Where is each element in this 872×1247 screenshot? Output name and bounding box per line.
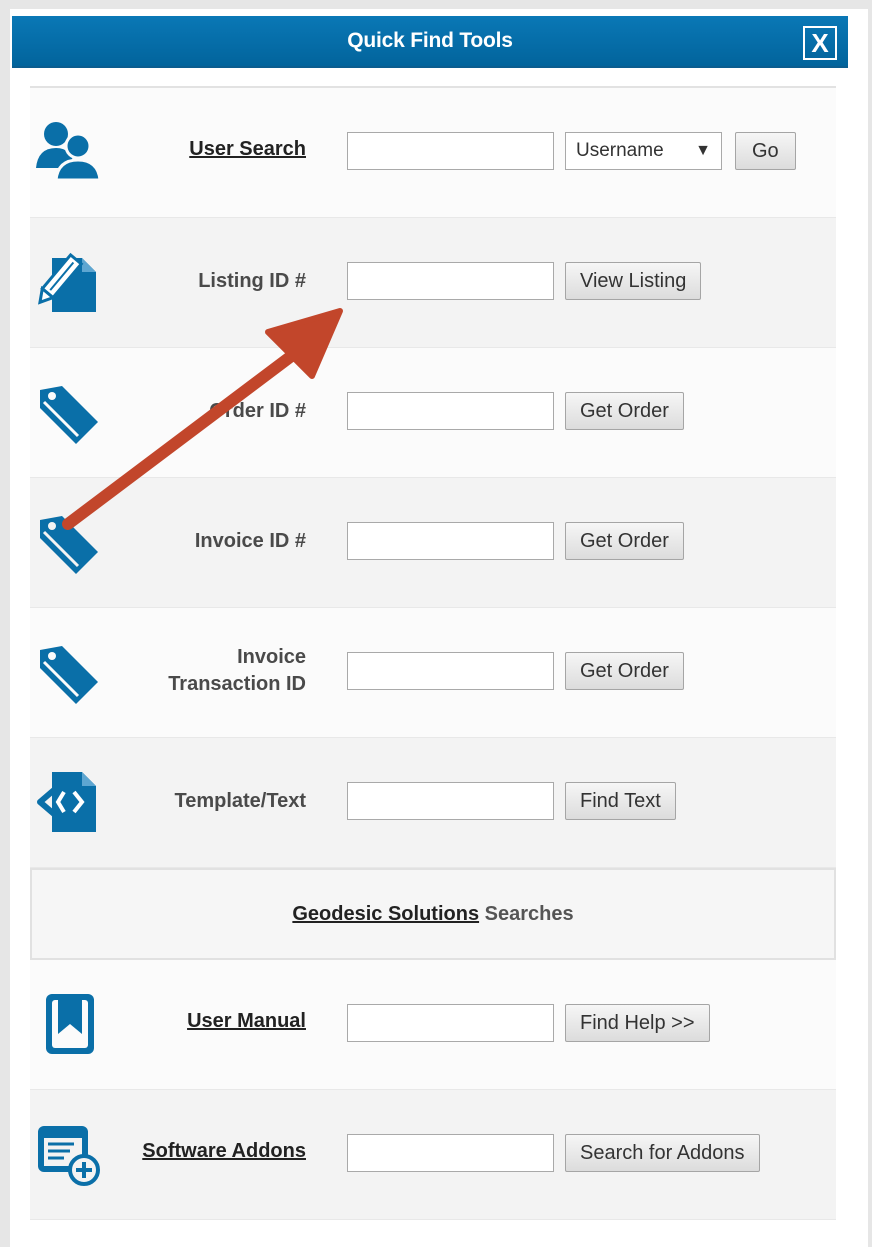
order-id-input[interactable]	[347, 392, 554, 430]
listing-id-input[interactable]	[347, 262, 554, 300]
get-order-button[interactable]: Get Order	[565, 522, 684, 560]
user-search-input[interactable]	[347, 132, 554, 170]
quick-find-list: User Search Username ▼ Go Listing ID # V…	[30, 86, 836, 1220]
select-value: Username	[576, 140, 664, 161]
row-invoice-transaction-id: Invoice Transaction ID Get Order	[30, 608, 836, 738]
software-addons-link[interactable]: Software Addons	[86, 1138, 306, 1165]
view-listing-button[interactable]: View Listing	[565, 262, 702, 300]
user-search-link[interactable]: User Search	[86, 136, 306, 163]
section-header: Geodesic Solutions Searches	[30, 868, 836, 960]
invoice-id-label: Invoice ID #	[194, 530, 306, 552]
row-listing-id: Listing ID # View Listing	[30, 218, 836, 348]
geodesic-solutions-link[interactable]: Geodesic Solutions	[292, 903, 479, 925]
row-software-addons: Software Addons Search for Addons	[30, 1090, 836, 1220]
label-line: Invoice	[237, 646, 306, 668]
search-for-addons-button[interactable]: Search for Addons	[565, 1134, 760, 1172]
user-manual-link[interactable]: User Manual	[86, 1008, 306, 1035]
chevron-down-icon: ▼	[695, 142, 711, 159]
dialog-title: Quick Find Tools	[347, 29, 513, 52]
row-order-id: Order ID # Get Order	[30, 348, 836, 478]
label-line: Transaction ID	[168, 673, 306, 695]
invoice-id-input[interactable]	[347, 522, 554, 560]
close-button[interactable]: X	[803, 26, 837, 60]
row-invoice-id: Invoice ID # Get Order	[30, 478, 836, 608]
user-search-type-select[interactable]: Username ▼	[565, 132, 722, 170]
software-addons-input[interactable]	[347, 1134, 554, 1172]
template-text-input[interactable]	[347, 782, 554, 820]
dialog-titlebar: Quick Find Tools X	[12, 16, 848, 68]
invoice-transaction-id-input[interactable]	[347, 652, 554, 690]
user-manual-input[interactable]	[347, 1004, 554, 1042]
find-text-button[interactable]: Find Text	[565, 782, 676, 820]
get-order-button[interactable]: Get Order	[565, 392, 684, 430]
get-order-button[interactable]: Get Order	[565, 652, 684, 690]
row-user-search: User Search Username ▼ Go	[30, 88, 836, 218]
section-suffix: Searches	[484, 903, 574, 925]
listing-id-label: Listing ID #	[198, 270, 306, 292]
order-id-label: Order ID #	[209, 400, 306, 422]
invoice-transaction-id-label: Invoice Transaction ID	[86, 644, 306, 698]
go-button[interactable]: Go	[735, 132, 796, 170]
find-help-button[interactable]: Find Help >>	[565, 1004, 710, 1042]
template-text-label: Template/Text	[174, 790, 306, 812]
row-user-manual: User Manual Find Help >>	[30, 960, 836, 1090]
row-template-text: Template/Text Find Text	[30, 738, 836, 868]
